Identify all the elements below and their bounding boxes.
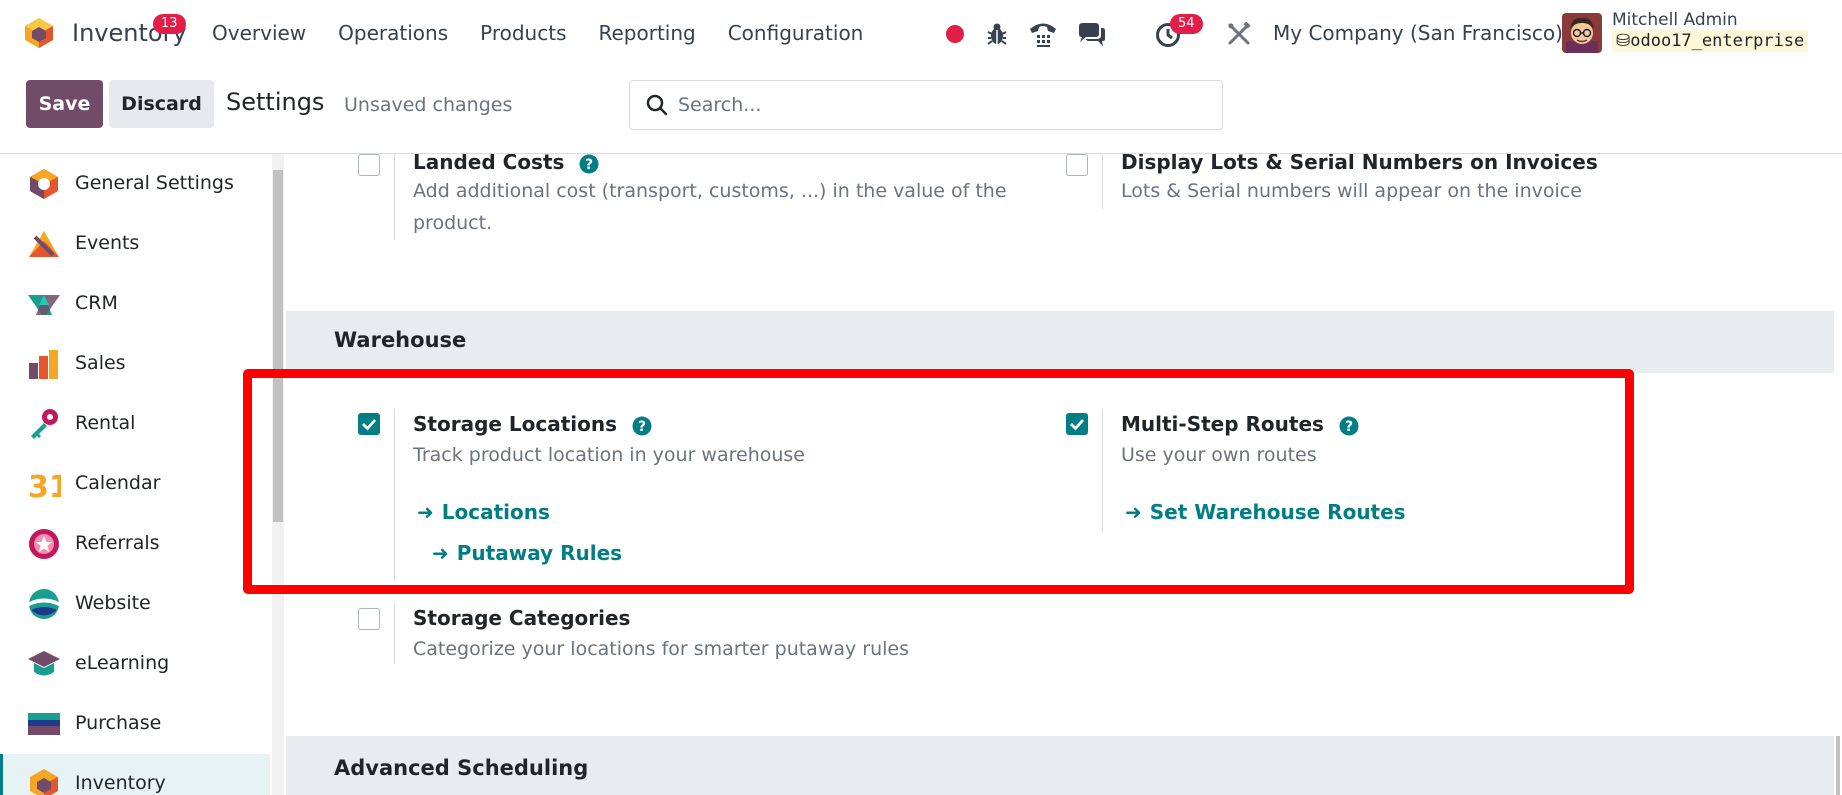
advanced-scheduling-section-title: Advanced Scheduling [334, 756, 589, 780]
menu-configuration[interactable]: Configuration [728, 21, 864, 45]
messages-badge: 13 [153, 14, 186, 34]
settings-sidebar: General Settings Events CRM Sales Rental… [0, 154, 272, 795]
display-lots-description: Lots & Serial numbers will appear on the… [1121, 180, 1582, 202]
rental-icon [31, 409, 58, 439]
sidebar-item-label: Calendar [75, 472, 161, 494]
sidebar-item-crm[interactable]: CRM [0, 274, 270, 334]
database-label: odoo17_enterprise [1630, 31, 1805, 51]
inventory-icon [30, 769, 58, 795]
sidebar-item-referrals[interactable]: Referrals [0, 514, 270, 574]
user-name[interactable]: Mitchell Admin [1612, 10, 1738, 30]
main-menu: Overview Operations Products Reporting C… [212, 21, 863, 45]
sidebar-item-website[interactable]: Website [0, 574, 270, 634]
storage-categories-title: Storage Categories [413, 606, 631, 630]
menu-reporting[interactable]: Reporting [598, 21, 695, 45]
elearning-icon [28, 651, 60, 676]
sidebar-item-sales[interactable]: Sales [0, 334, 270, 394]
control-panel: Save Discard Settings Unsaved changes [0, 66, 1842, 154]
sidebar-item-calendar[interactable]: 31 Calendar [0, 454, 270, 514]
sidebar-item-label: Rental [75, 412, 136, 434]
highlight-annotation-box [243, 369, 1634, 594]
discard-button[interactable]: Discard [109, 80, 214, 128]
messages-button[interactable]: 13 [153, 14, 1137, 52]
inventory-app-icon[interactable] [24, 17, 54, 49]
warehouse-section-title: Warehouse [334, 328, 467, 352]
sidebar-item-label: General Settings [75, 172, 234, 194]
general-settings-icon [30, 169, 58, 199]
company-switcher[interactable]: My Company (San Francisco) [1273, 21, 1563, 45]
tools-icon[interactable] [1227, 22, 1251, 46]
user-avatar[interactable] [1562, 13, 1602, 53]
warehouse-section-header: Warehouse [286, 311, 1842, 373]
help-icon[interactable]: ? [579, 154, 599, 174]
record-icon[interactable] [945, 24, 965, 44]
landed-costs-title-text: Landed Costs [413, 154, 565, 174]
content-scrollbar[interactable] [1834, 154, 1842, 795]
unsaved-status: Unsaved changes [344, 94, 513, 116]
page-title: Settings [226, 88, 325, 116]
sidebar-item-events[interactable]: Events [0, 214, 270, 274]
storage-categories-checkbox[interactable] [358, 608, 380, 630]
sidebar-item-rental[interactable]: Rental [0, 394, 270, 454]
sidebar-item-label: eLearning [75, 652, 170, 674]
sidebar-item-elearning[interactable]: eLearning [0, 634, 270, 694]
save-button[interactable]: Save [26, 80, 103, 128]
sidebar-item-label: Referrals [75, 532, 160, 554]
search-box[interactable] [629, 80, 1223, 130]
events-icon [29, 231, 59, 257]
landed-costs-title: Landed Costs ? [413, 154, 599, 174]
sidebar-item-label: Events [75, 232, 140, 254]
setting-divider [394, 154, 395, 240]
sidebar-item-purchase[interactable]: Purchase [0, 694, 270, 754]
top-navbar: Inventory Overview Operations Products R… [0, 0, 1842, 66]
display-lots-checkbox[interactable] [1066, 154, 1088, 176]
sidebar-item-label: Sales [75, 352, 126, 374]
menu-operations[interactable]: Operations [338, 21, 448, 45]
search-input[interactable] [678, 91, 1208, 119]
svg-text:?: ? [585, 157, 593, 173]
sidebar-item-inventory[interactable]: Inventory [0, 754, 270, 795]
crm-icon [28, 295, 60, 315]
database-name: ⛁odoo17_enterprise [1612, 30, 1809, 52]
database-icon: ⛁ [1616, 31, 1631, 51]
sales-icon [29, 350, 58, 379]
setting-divider [394, 604, 395, 664]
purchase-icon [28, 713, 60, 735]
landed-costs-description: Add additional cost (transport, customs,… [413, 180, 1007, 234]
sidebar-item-label: Website [75, 592, 151, 614]
menu-products[interactable]: Products [480, 21, 566, 45]
sidebar-item-label: Inventory [75, 772, 166, 794]
phone-icon[interactable] [1028, 20, 1058, 48]
activities-badge: 54 [1170, 14, 1203, 34]
storage-categories-description: Categorize your locations for smarter pu… [413, 638, 910, 660]
advanced-scheduling-section-header: Advanced Scheduling [286, 736, 1842, 795]
activities-button[interactable]: 54 [1155, 14, 1215, 52]
search-icon [646, 94, 668, 116]
calendar-icon-text: 31 [28, 470, 61, 501]
calendar-icon: 31 [28, 470, 61, 501]
website-icon [29, 589, 59, 619]
sidebar-item-label: Purchase [75, 712, 162, 734]
landed-costs-checkbox[interactable] [358, 154, 380, 176]
display-lots-title: Display Lots & Serial Numbers on Invoice… [1121, 154, 1598, 174]
content-scrollbar-thumb[interactable] [1836, 736, 1840, 795]
sidebar-item-label: CRM [75, 292, 118, 314]
debug-bug-icon[interactable] [986, 22, 1008, 46]
setting-divider [1102, 154, 1103, 209]
referrals-icon [29, 529, 59, 559]
menu-overview[interactable]: Overview [212, 21, 306, 45]
chat-bubbles-icon [1079, 23, 1105, 46]
sidebar-item-general-settings[interactable]: General Settings [0, 154, 270, 214]
